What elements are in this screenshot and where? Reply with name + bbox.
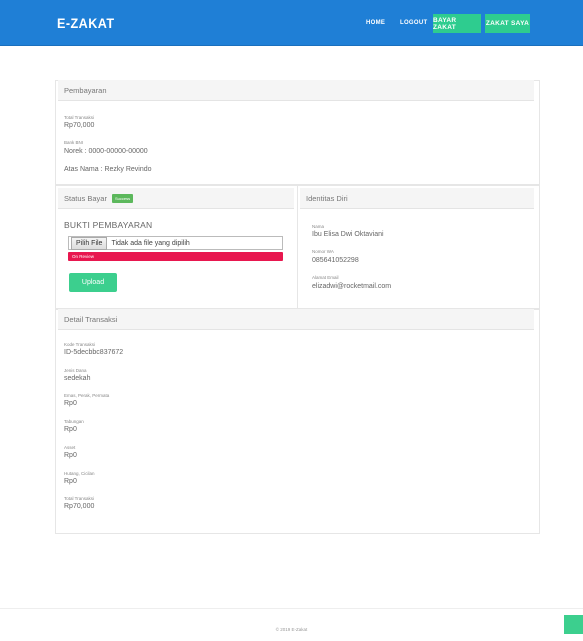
- detail-item-label: Total Transaksi: [64, 496, 94, 501]
- detail-item-value: Rp0: [64, 400, 77, 407]
- email-label: Alamat Email: [312, 275, 339, 280]
- detail-item-label: Tabungan: [64, 419, 84, 424]
- review-status-text: On Review: [72, 254, 94, 259]
- detail-item-label: Asset: [64, 445, 75, 450]
- total-transaksi-value: Rp70,000: [64, 122, 94, 129]
- status-bayar-header: Status Bayar Success: [58, 188, 294, 209]
- detail-transaksi-card: [55, 309, 540, 534]
- pembayaran-title: Pembayaran: [64, 86, 107, 95]
- detail-item-label: Jenis Dana: [64, 368, 87, 373]
- wa-value: 085641052298: [312, 257, 359, 264]
- nav-bayar-zakat-button[interactable]: BAYAR ZAKAT: [433, 14, 481, 33]
- scroll-top-button[interactable]: [564, 615, 583, 634]
- detail-item-value: Rp0: [64, 452, 77, 459]
- identitas-diri-title: Identitas Diri: [306, 194, 348, 203]
- detail-item-value: Rp0: [64, 478, 77, 485]
- identitas-diri-header: Identitas Diri: [300, 188, 534, 209]
- detail-transaksi-header: Detail Transaksi: [58, 309, 534, 330]
- detail-item-value: Rp0: [64, 426, 77, 433]
- status-bayar-title: Status Bayar: [64, 194, 107, 203]
- detail-item-value: ID-5decbbc837672: [64, 349, 123, 356]
- footer-divider: [0, 608, 583, 609]
- email-value: elizadwi@rocketmail.com: [312, 283, 391, 290]
- detail-item-label: Kode Transaksi: [64, 342, 95, 347]
- file-input[interactable]: Pilih File Tidak ada file yang dipilih: [68, 236, 283, 250]
- file-status-text: Tidak ada file yang dipilih: [111, 240, 189, 247]
- bukti-pembayaran-title: BUKTI PEMBAYARAN: [64, 220, 152, 230]
- detail-item-value: Rp70,000: [64, 503, 94, 510]
- nama-label: Nama: [312, 224, 324, 229]
- detail-item-label: Emas, Perak, Permata: [64, 393, 109, 398]
- nama-value: Ibu Elisa Dwi Oktaviani: [312, 231, 384, 238]
- detail-item-label: Hutang, Cicilan: [64, 471, 95, 476]
- nav-home-link[interactable]: HOME: [366, 20, 385, 26]
- footer-copyright: © 2019 E-Zakat: [0, 627, 583, 632]
- bank-label: Bank BNI: [64, 140, 83, 145]
- column-divider: [297, 185, 298, 309]
- total-transaksi-label: Total Transaksi: [64, 115, 94, 120]
- nav-logout-link[interactable]: LOGOUT: [400, 20, 427, 26]
- norek-value: Norek : 0000-00000-00000: [64, 148, 148, 155]
- status-badge: Success: [112, 194, 133, 203]
- upload-button[interactable]: Upload: [69, 273, 117, 292]
- detail-transaksi-title: Detail Transaksi: [64, 315, 117, 324]
- pembayaran-header: Pembayaran: [58, 80, 534, 101]
- detail-item-value: sedekah: [64, 375, 90, 382]
- wa-label: Nomor WA: [312, 249, 334, 254]
- brand-logo[interactable]: E-ZAKAT: [57, 15, 115, 31]
- nav-zakat-saya-button[interactable]: ZAKAT SAYA: [485, 14, 530, 33]
- top-navbar: E-ZAKAT HOME LOGOUT BAYAR ZAKAT ZAKAT SA…: [0, 0, 583, 46]
- atas-nama-value: Atas Nama : Rezky Revindo: [64, 166, 152, 173]
- review-status-bar: On Review: [68, 252, 283, 261]
- choose-file-button[interactable]: Pilih File: [71, 237, 107, 250]
